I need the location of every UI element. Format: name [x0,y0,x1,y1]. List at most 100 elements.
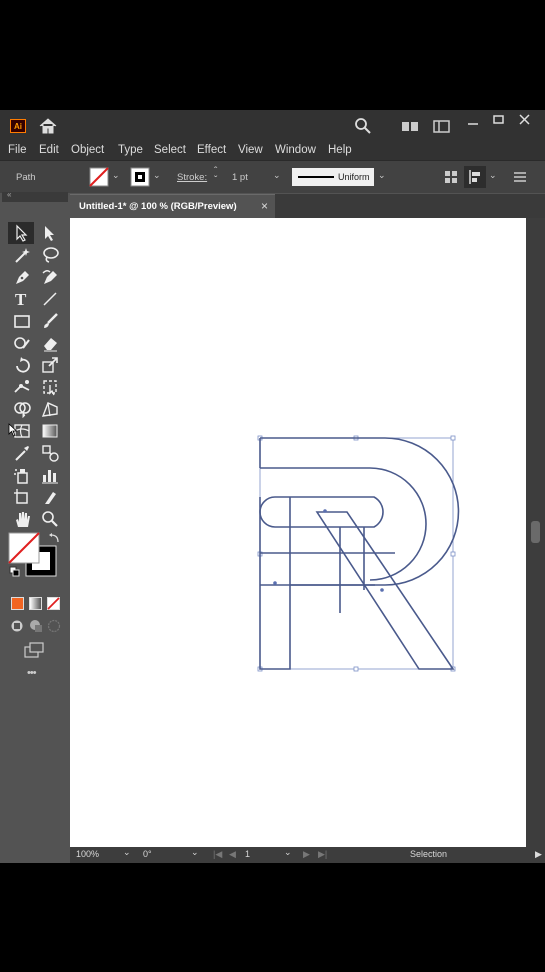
zoom-chevron-icon[interactable]: ⌄ [123,847,131,858]
panel-menu-icon[interactable] [513,171,527,183]
menu-edit[interactable]: Edit [39,140,59,160]
rectangle-tool-icon[interactable] [13,312,31,330]
perspective-grid-tool-icon[interactable] [41,400,59,418]
selection-type-label: Path [16,172,36,183]
artwork[interactable] [70,218,526,847]
free-transform-tool-icon[interactable] [41,378,59,396]
artboard-chevron-icon[interactable]: ⌄ [284,847,292,858]
previous-artboard-icon[interactable]: ◀ [229,849,236,860]
document-tab-bar: Untitled-1* @ 100 % (RGB/Preview) × [70,194,545,219]
stroke-weight-value[interactable]: 1 pt [232,172,248,183]
status-menu-arrow-icon[interactable]: ▶ [535,849,542,860]
curvature-tool-icon[interactable] [41,268,59,286]
hand-tool-icon[interactable] [13,510,31,528]
zoom-tool-icon[interactable] [41,510,59,528]
eyedropper-tool-icon[interactable] [13,444,31,462]
rotation-value[interactable]: 0° [143,849,152,859]
document-tab-title: Untitled-1* @ 100 % (RGB/Preview) [79,201,237,212]
vertical-scrollbar[interactable] [526,218,545,847]
align-left-icon [469,170,480,184]
menu-help[interactable]: Help [328,140,352,160]
close-window-icon[interactable] [518,113,532,127]
stroke-weight-chevron-icon[interactable]: ⌄ [273,170,281,181]
column-graph-tool-icon[interactable] [41,466,59,484]
fill-swatch-none[interactable] [89,167,109,187]
fill-stroke-widget[interactable] [8,532,64,582]
menu-select[interactable]: Select [154,140,186,160]
minimize-icon[interactable] [466,117,480,131]
align-chevron-icon[interactable]: ⌄ [489,170,497,181]
workspace-switcher-icon[interactable] [433,117,451,135]
stroke-weight-stepper-icon[interactable]: ˆˇ [214,167,217,186]
stroke-swatch[interactable] [130,167,150,187]
rotation-chevron-icon[interactable]: ⌄ [191,847,199,858]
stroke-profile-select[interactable]: Uniform [292,168,374,186]
eraser-tool-icon[interactable] [41,334,59,352]
tools-panel-header[interactable]: « [2,190,68,202]
change-screen-mode-icon[interactable] [24,642,46,658]
menu-effect[interactable]: Effect [197,140,226,160]
scrollbar-thumb[interactable] [531,521,540,543]
menu-type[interactable]: Type [118,140,143,160]
artboard-canvas[interactable] [70,218,526,847]
gradient-mode-button[interactable] [29,597,42,610]
align-button[interactable] [464,166,486,188]
stroke-dropdown-chevron-icon[interactable]: ⌄ [153,170,161,181]
draw-inside-mode-icon[interactable] [47,619,61,633]
anchor-point [273,581,277,585]
menu-file[interactable]: File [8,140,27,160]
last-artboard-icon[interactable]: ▶| [318,849,327,860]
color-mode-button[interactable] [11,597,24,610]
blend-tool-icon[interactable] [41,444,59,462]
r-leg [315,511,455,670]
shape-builder-tool-icon[interactable] [13,400,31,418]
menu-bar: File Edit Object Type Select Effect View… [0,140,545,160]
draw-behind-mode-icon[interactable] [29,619,43,633]
collapse-panel-icon[interactable]: « [7,190,11,199]
puppet-warp-tool-icon[interactable] [13,378,31,396]
search-icon[interactable] [354,117,372,135]
menu-object[interactable]: Object [71,140,104,160]
maximize-icon[interactable] [492,114,506,128]
close-tab-icon[interactable]: × [261,199,268,213]
home-icon[interactable] [38,117,58,135]
stroke-label[interactable]: Stroke: [177,172,207,183]
fill-dropdown-chevron-icon[interactable]: ⌄ [112,170,120,181]
type-tool-icon[interactable]: T [13,290,31,308]
lasso-tool-icon[interactable] [41,246,59,264]
line-segment-tool-icon[interactable] [41,290,59,308]
svg-text:T: T [15,290,27,308]
zoom-level[interactable]: 100% [76,849,99,859]
paintbrush-tool-icon[interactable] [41,312,59,330]
slice-tool-icon[interactable] [41,488,59,506]
anchor-point [323,509,327,513]
artboard-tool-icon[interactable] [13,488,31,506]
app-logo: Ai [10,119,26,133]
stroke-profile-label: Uniform [338,172,370,182]
edit-toolbar-button[interactable]: ••• [27,667,37,679]
artboard-number[interactable]: 1 [245,849,250,859]
mouse-cursor-icon [8,423,18,437]
shaper-tool-icon[interactable] [13,334,31,352]
profile-chevron-icon[interactable]: ⌄ [378,170,386,181]
menu-window[interactable]: Window [275,140,316,160]
document-tab[interactable]: Untitled-1* @ 100 % (RGB/Preview) × [70,194,275,219]
next-artboard-icon[interactable]: ▶ [303,849,310,860]
pen-tool-icon[interactable] [13,268,31,286]
none-mode-button[interactable] [47,597,60,610]
tools-panel: « T ••• [2,190,68,847]
align-grid-icon[interactable] [444,170,458,184]
status-bar: 100% ⌄ 0° ⌄ |◀ ◀ 1 ⌄ ▶ ▶| Selection ▶ [70,847,545,863]
arrange-documents-icon[interactable] [401,117,419,135]
direct-selection-tool-icon[interactable] [41,224,59,242]
menu-view[interactable]: View [238,140,263,160]
scale-tool-icon[interactable] [41,356,59,374]
rotate-tool-icon[interactable] [13,356,31,374]
draw-normal-mode-icon[interactable] [10,619,24,633]
first-artboard-icon[interactable]: |◀ [213,849,222,860]
symbol-sprayer-tool-icon[interactable] [13,466,31,484]
magic-wand-tool-icon[interactable] [13,246,31,264]
selection-tool-icon[interactable] [13,224,31,242]
illustrator-window: Ai File Edit Object Type Select Effect V… [0,110,545,863]
gradient-tool-icon[interactable] [41,422,59,440]
